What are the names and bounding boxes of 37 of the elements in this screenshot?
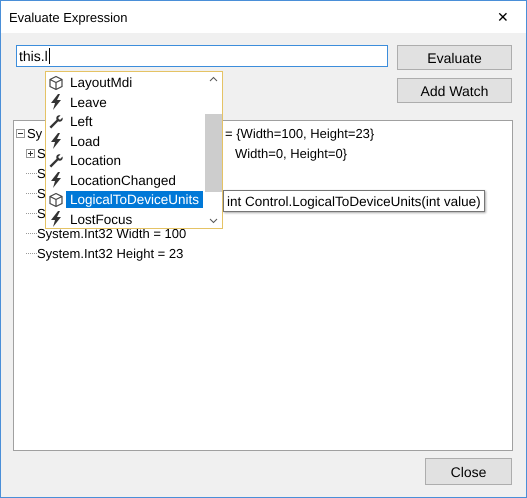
lightning-icon xyxy=(49,172,63,188)
completion-item[interactable]: LocationChanged xyxy=(66,172,180,189)
lightning-icon xyxy=(49,211,63,228)
completion-item[interactable]: Load xyxy=(66,132,104,150)
close-button[interactable]: ✕ xyxy=(480,1,526,33)
collapse-icon[interactable] xyxy=(16,128,25,138)
expand-icon[interactable] xyxy=(26,148,35,158)
scroll-down-icon[interactable] xyxy=(208,218,218,224)
completion-item[interactable]: Left xyxy=(66,113,97,130)
tree-node[interactable]: S xyxy=(37,206,46,220)
completion-item[interactable]: Leave xyxy=(66,94,111,111)
expression-field[interactable]: this.l xyxy=(16,45,388,67)
tree-node[interactable]: S xyxy=(37,146,46,160)
completion-item[interactable]: LostFocus xyxy=(66,210,136,228)
cube-icon xyxy=(48,74,64,91)
tree-node[interactable]: S xyxy=(37,186,46,200)
lightning-icon xyxy=(49,133,63,150)
tree-node-value: = {Width=100, Height=23} xyxy=(225,126,374,140)
tree-node[interactable]: Sy xyxy=(27,126,42,140)
completion-item[interactable]: LogicalToDeviceUnits xyxy=(66,191,204,208)
tree-node[interactable]: System.Int32 Width = 100 xyxy=(37,226,186,240)
tree-node[interactable]: S xyxy=(37,166,46,180)
add-watch-button[interactable]: Add Watch xyxy=(397,78,512,103)
completion-item[interactable]: LayoutMdi xyxy=(66,74,136,92)
evaluate-button[interactable]: Evaluate xyxy=(397,45,512,70)
close-button[interactable]: Close xyxy=(425,458,512,485)
scrollbar-thumb[interactable] xyxy=(204,114,222,192)
wrench-icon xyxy=(48,114,64,130)
tree-node-value: Width=0, Height=0} xyxy=(235,146,348,160)
completion-item[interactable]: Location xyxy=(66,152,126,170)
window-title: Evaluate Expression xyxy=(9,10,128,24)
signature-tooltip: int Control.LogicalToDeviceUnits(int value) xyxy=(223,190,485,212)
lightning-icon xyxy=(49,94,63,110)
wrench-icon xyxy=(48,152,64,169)
cube-icon xyxy=(48,192,64,208)
scroll-up-icon[interactable] xyxy=(208,76,218,82)
tree-node[interactable]: System.Int32 Height = 23 xyxy=(37,246,184,260)
